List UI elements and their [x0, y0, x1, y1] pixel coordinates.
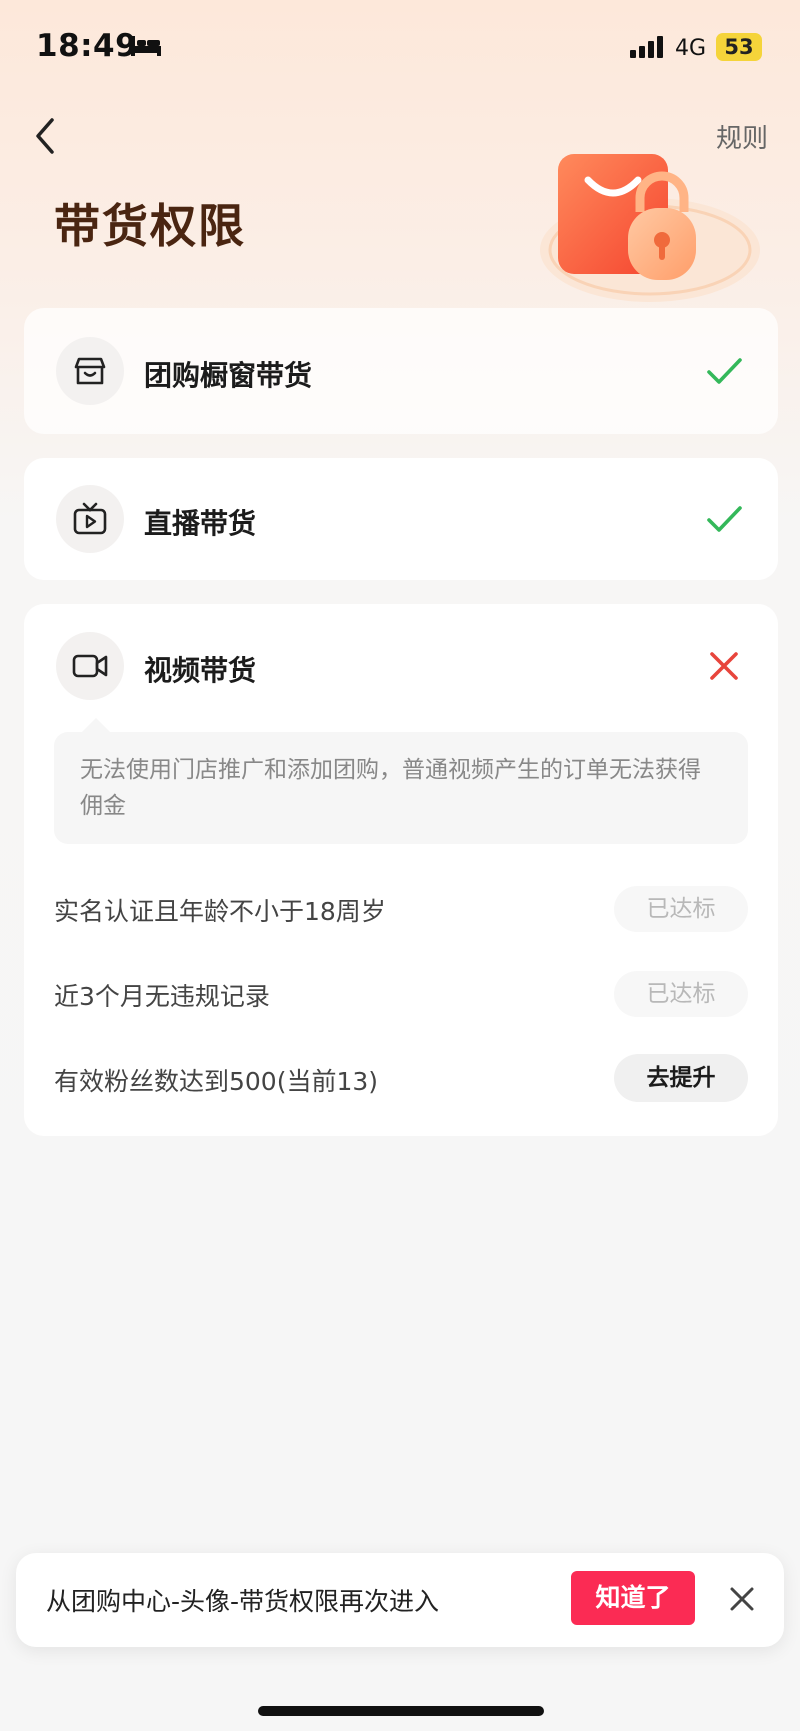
- permission-card-video: 视频带货 无法使用门店推广和添加团购，普通视频产生的订单无法获得佣金 实名认证且…: [24, 604, 778, 1136]
- permission-label: 团购橱窗带货: [144, 359, 313, 392]
- video-camera-icon-wrap: [56, 632, 124, 700]
- status-time: 18:49: [36, 28, 138, 64]
- requirement-label: 有效粉丝数达到500(当前13): [54, 1067, 379, 1096]
- home-indicator[interactable]: [258, 1706, 544, 1716]
- permission-card-live: 直播带货: [24, 458, 778, 580]
- shopping-bag-lock-illustration: [540, 154, 760, 302]
- storefront-icon: [74, 357, 106, 385]
- tv-play-icon-wrap: [56, 485, 124, 553]
- reentry-toast: 从团购中心-头像-带货权限再次进入 知道了: [16, 1553, 784, 1647]
- check-icon: [707, 506, 742, 532]
- requirement-row: 实名认证且年龄不小于18周岁 已达标: [54, 886, 748, 932]
- requirement-label: 近3个月无违规记录: [54, 982, 270, 1011]
- tv-play-icon: [73, 502, 107, 535]
- requirement-met-badge: 已达标: [614, 971, 748, 1017]
- restriction-notice: 无法使用门店推广和添加团购，普通视频产生的订单无法获得佣金: [54, 732, 748, 844]
- status-bar: 18:49 4G 53: [0, 0, 800, 96]
- notice-pointer: [82, 718, 110, 732]
- requirement-met-badge: 已达标: [614, 886, 748, 932]
- cellular-signal-icon: [630, 36, 663, 58]
- storefront-icon-wrap: [56, 337, 124, 405]
- chevron-left-icon[interactable]: [30, 114, 60, 158]
- improve-button[interactable]: 去提升: [614, 1054, 748, 1102]
- battery-level: 53: [724, 35, 754, 59]
- requirement-label: 实名认证且年龄不小于18周岁: [54, 897, 386, 926]
- permission-card-group-buy: 团购橱窗带货: [24, 308, 778, 434]
- close-icon[interactable]: [724, 1581, 760, 1617]
- bed-icon: [131, 36, 161, 56]
- network-type: 4G: [675, 36, 707, 61]
- got-it-button[interactable]: 知道了: [571, 1571, 695, 1625]
- requirement-row: 有效粉丝数达到500(当前13) 去提升: [54, 1054, 748, 1102]
- close-icon: [710, 652, 738, 680]
- video-camera-icon: [72, 654, 108, 678]
- permission-label: 视频带货: [144, 654, 257, 687]
- check-icon: [707, 358, 742, 384]
- battery-icon: 53: [716, 33, 762, 61]
- toast-message: 从团购中心-头像-带货权限再次进入: [46, 1587, 440, 1616]
- page-title: 带货权限: [54, 199, 246, 253]
- requirement-row: 近3个月无违规记录 已达标: [54, 971, 748, 1017]
- permission-label: 直播带货: [144, 507, 257, 540]
